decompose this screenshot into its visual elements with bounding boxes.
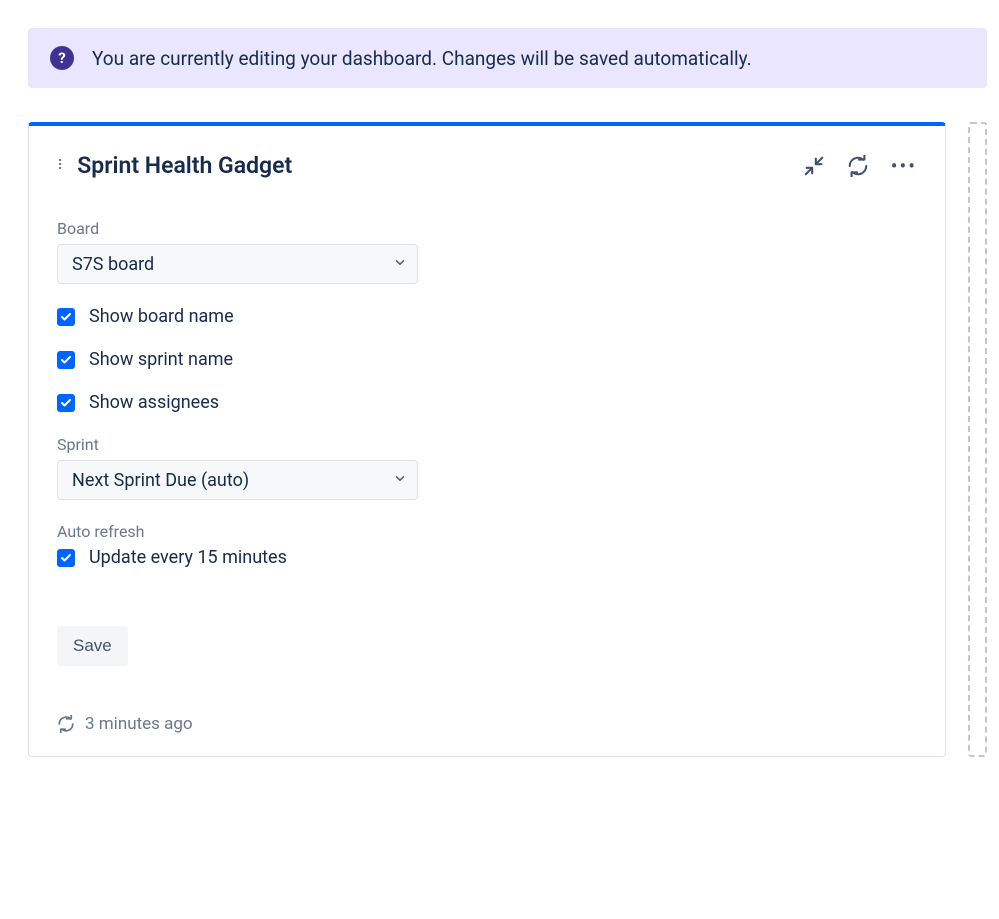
checkbox-label: Show assignees xyxy=(89,392,219,413)
more-icon[interactable]: ••• xyxy=(891,156,917,176)
sprint-select[interactable]: Next Sprint Due (auto) xyxy=(57,460,418,500)
checkbox-icon[interactable] xyxy=(57,394,75,412)
drag-handle-icon[interactable]: ⠇ xyxy=(57,159,67,173)
empty-dashboard-slot[interactable] xyxy=(968,122,987,757)
checkbox-label: Show board name xyxy=(89,306,234,327)
checkbox-icon[interactable] xyxy=(57,351,75,369)
header-actions: ••• xyxy=(803,155,917,177)
board-label: Board xyxy=(57,219,917,238)
info-banner: ? You are currently editing your dashboa… xyxy=(28,28,987,88)
dashboard-row: ⠇ Sprint Health Gadget xyxy=(28,122,987,757)
save-button[interactable]: Save xyxy=(57,626,128,666)
help-icon: ? xyxy=(50,46,74,70)
checkbox-icon[interactable] xyxy=(57,549,75,567)
chevron-down-icon xyxy=(393,470,407,491)
checkbox-show-board-name[interactable]: Show board name xyxy=(57,306,917,327)
gadget-form: Board S7S board Show board name xyxy=(29,191,945,694)
checkbox-label: Update every 15 minutes xyxy=(89,547,287,568)
sprint-select-value: Next Sprint Due (auto) xyxy=(72,470,249,491)
auto-refresh-label: Auto refresh xyxy=(57,522,917,541)
sprint-label: Sprint xyxy=(57,435,917,454)
board-select[interactable]: S7S board xyxy=(57,244,418,284)
checkbox-icon[interactable] xyxy=(57,308,75,326)
checkbox-auto-refresh[interactable]: Update every 15 minutes xyxy=(57,547,917,568)
banner-message: You are currently editing your dashboard… xyxy=(92,47,752,70)
board-select-value: S7S board xyxy=(72,254,154,275)
checkbox-show-assignees[interactable]: Show assignees xyxy=(57,392,917,413)
page: ? You are currently editing your dashboa… xyxy=(0,0,999,787)
gadget-title: Sprint Health Gadget xyxy=(77,152,292,179)
gadget-header: ⠇ Sprint Health Gadget xyxy=(29,152,945,191)
minimize-icon[interactable] xyxy=(803,155,825,177)
gadget-card: ⠇ Sprint Health Gadget xyxy=(28,122,946,757)
chevron-down-icon xyxy=(393,254,407,275)
refresh-small-icon xyxy=(57,715,75,733)
last-updated-text: 3 minutes ago xyxy=(85,714,193,734)
checkbox-label: Show sprint name xyxy=(89,349,233,370)
checkbox-show-sprint-name[interactable]: Show sprint name xyxy=(57,349,917,370)
refresh-icon[interactable] xyxy=(847,155,869,177)
gadget-footer: 3 minutes ago xyxy=(29,694,945,756)
